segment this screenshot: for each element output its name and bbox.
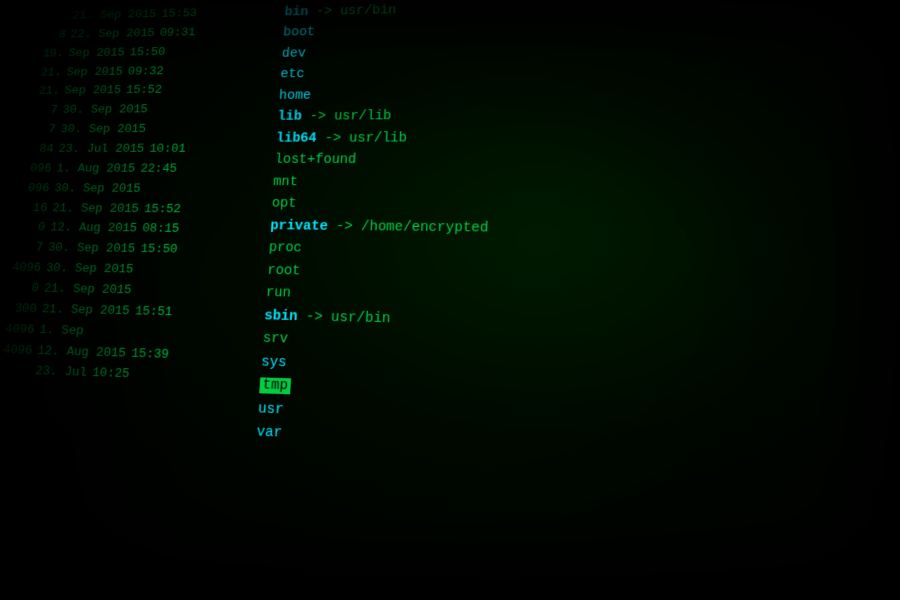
list-item: lost+found bbox=[274, 150, 900, 174]
table-row: 730. Sep 2015 bbox=[20, 100, 269, 121]
terminal-content: 21. Sep 201515:53822. Sep 201509:3119.Se… bbox=[0, 0, 900, 600]
right-column: bin -> usr/binbootdevetchomelib -> usr/l… bbox=[245, 0, 900, 484]
table-row: 8423. Jul 201510:01 bbox=[16, 140, 267, 160]
table-row: 1621. Sep 201515:52 bbox=[9, 199, 262, 221]
table-row: 0961. Aug 201522:45 bbox=[14, 160, 266, 180]
terminal-window: 21. Sep 201515:53822. Sep 201509:3119.Se… bbox=[0, 0, 900, 600]
list-item: lib -> usr/lib bbox=[277, 103, 900, 128]
left-column: 21. Sep 201515:53822. Sep 201509:3119.Se… bbox=[0, 0, 277, 455]
table-row: 09630. Sep 2015 bbox=[12, 179, 265, 200]
list-item: lib64 -> usr/lib bbox=[275, 127, 900, 151]
table-row: 21.Sep 201509:32 bbox=[25, 61, 273, 83]
ls-output: 21. Sep 201515:53822. Sep 201509:3119.Se… bbox=[0, 0, 900, 484]
table-row: 21.Sep 201515:52 bbox=[22, 80, 271, 101]
table-row: 730. Sep 2015 bbox=[18, 120, 268, 140]
